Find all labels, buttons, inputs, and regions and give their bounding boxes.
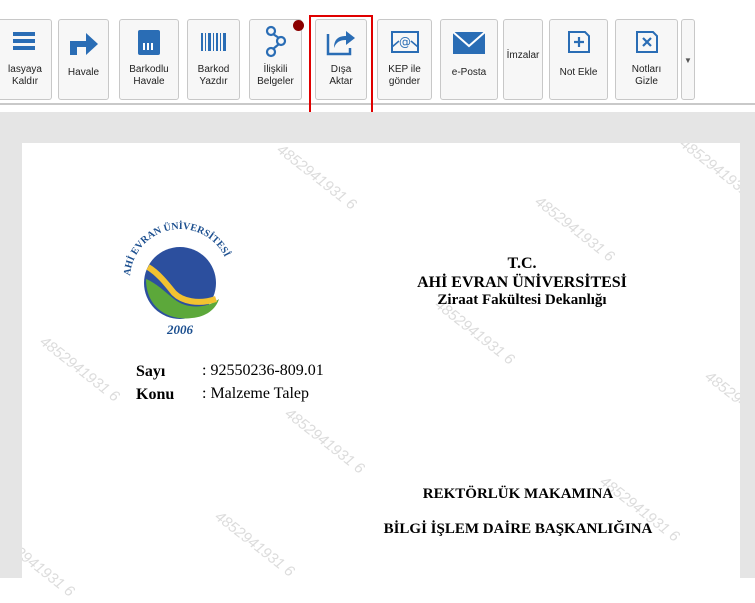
sayi-value: : 92550236-809.01 [202, 362, 324, 379]
iliskili-belgeler-button[interactable]: İlişkili Belgeler [249, 19, 304, 100]
watermark: 4852941931 6 [676, 143, 740, 207]
watermark: 4852941931 6 [273, 143, 360, 214]
arrow-right-icon [59, 20, 108, 64]
university-logo: AHİ EVRAN ÜNİVERSİTESİ 2006 [116, 217, 246, 343]
konu-label: Konu [136, 386, 175, 403]
kep-ile-gonder-button[interactable]: @ KEP ile gönder [377, 19, 432, 100]
iliskili-belgeler-label: İlişkili Belgeler [257, 64, 294, 87]
watermark: 4852941931 6 [36, 333, 123, 406]
note-add-icon [550, 20, 607, 64]
toolbar-divider [0, 103, 755, 105]
havale-label: Havale [67, 67, 100, 78]
watermark: 4852941931 6 [701, 368, 740, 440]
barkod-yazdir-label: Barkod Yazdır [197, 64, 230, 87]
svg-text:@: @ [399, 35, 411, 49]
watermark: 4852941931 6 [22, 528, 78, 601]
sayi-label: Sayı [136, 363, 166, 380]
address-line-1: REKTÖRLÜK MAKAMINA [422, 486, 614, 502]
at-mail-icon: @ [378, 20, 431, 64]
address-line-2: BİLGİ İŞLEM DAİRE BAŞKANLIĞINA [383, 521, 653, 537]
barkodlu-havale-button[interactable]: Barkodlu Havale [119, 19, 179, 100]
heading-faculty: Ziraat Fakültesi Dekanlığı [437, 292, 607, 308]
svg-text:2006: 2006 [166, 322, 194, 337]
imzalar-label: İmzalar [506, 49, 540, 61]
envelope-icon [441, 20, 497, 64]
note-hide-icon [616, 20, 677, 64]
heading-university: AHİ EVRAN ÜNİVERSİTESİ [417, 274, 627, 291]
havale-button[interactable]: Havale [58, 19, 109, 100]
barcode-icon [188, 20, 239, 64]
konu-value: : Malzeme Talep [202, 385, 309, 402]
chevron-down-icon: ▼ [684, 56, 692, 65]
watermark: 4852941931 6 [211, 508, 298, 581]
watermark: 4852941931 6 [281, 405, 368, 478]
barkodlu-havale-label: Barkodlu Havale [129, 64, 169, 87]
kep-ile-gonder-label: KEP ile gönder [388, 64, 421, 87]
link-nodes-icon [250, 20, 304, 64]
list-icon [0, 20, 51, 64]
klasore-kaldir-button[interactable]: lasyaya Kaldır [0, 19, 52, 100]
not-ekle-label: Not Ekle [559, 67, 598, 78]
notification-dot [293, 20, 304, 31]
notlari-gizle-label: Notları Gizle [631, 64, 662, 87]
notlari-gizle-button[interactable]: Notları Gizle [615, 19, 678, 100]
imzalar-button[interactable]: İmzalar [503, 19, 543, 100]
more-dropdown-button[interactable]: ▼ [681, 19, 695, 100]
heading-tc: T.C. [507, 255, 537, 272]
toolbar: lasyaya Kaldır Havale Barkodlu Havale Ba… [0, 0, 755, 132]
e-posta-label: e-Posta [451, 67, 487, 78]
document-viewer[interactable]: 4852941931 6 4852941931 6 4852941931 6 4… [0, 112, 755, 603]
barkod-yazdir-button[interactable]: Barkod Yazdır [187, 19, 240, 100]
sim-card-icon [120, 20, 178, 64]
document-page: 4852941931 6 4852941931 6 4852941931 6 4… [22, 143, 740, 603]
not-ekle-button[interactable]: Not Ekle [549, 19, 608, 100]
klasore-kaldir-label: lasyaya Kaldır [8, 64, 42, 87]
e-posta-button[interactable]: e-Posta [440, 19, 498, 100]
